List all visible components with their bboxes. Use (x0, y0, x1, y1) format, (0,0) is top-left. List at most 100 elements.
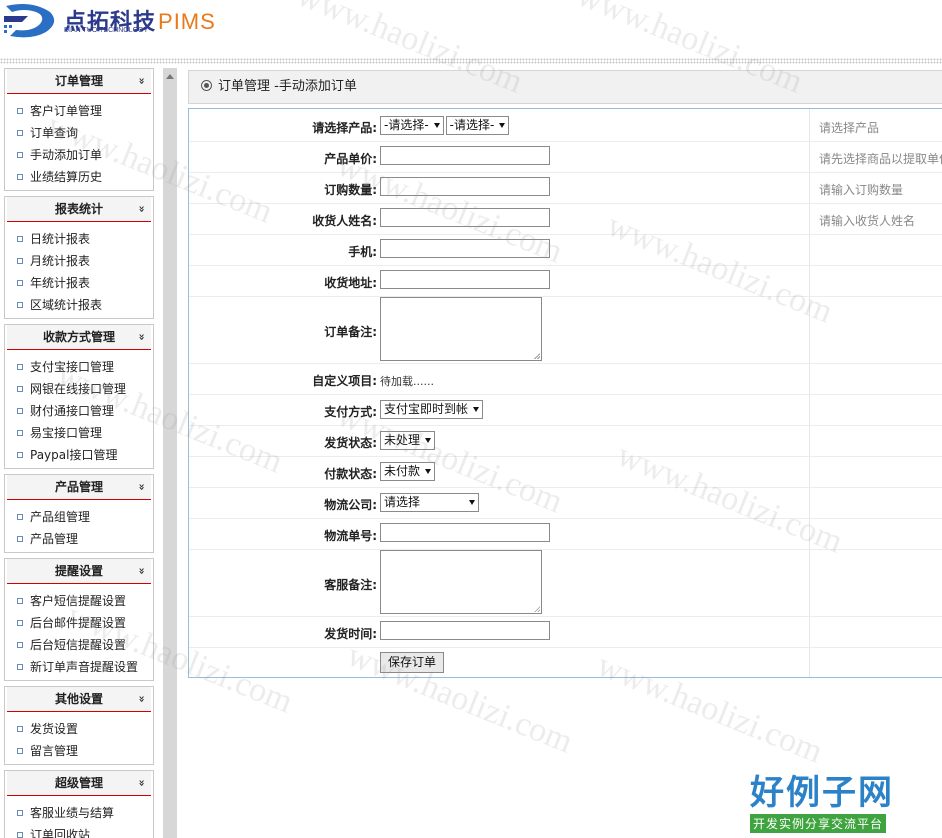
chevron-down-icon[interactable]: » (129, 483, 153, 490)
sidebar-item-label: 订单查询 (30, 126, 79, 140)
form-row-submit: 保存订单 (189, 647, 942, 676)
resize-grip-icon[interactable] (534, 353, 540, 359)
sidebar-item[interactable]: 订单回收站 (5, 824, 153, 838)
bullet-square-icon (17, 279, 23, 286)
phone-input[interactable] (380, 239, 550, 258)
pay-status-select-value: 未付款 (384, 464, 421, 478)
chevron-down-icon[interactable]: » (129, 567, 153, 574)
sidebar-item[interactable]: 发货设置 (5, 718, 153, 740)
ship-time-label: 发货时间: (324, 627, 377, 641)
form-row-address: 收货地址: (189, 265, 942, 297)
sidebar-item[interactable]: 订单查询 (5, 122, 153, 144)
sidebar-item[interactable]: 产品管理 (5, 528, 153, 550)
pay-status-select[interactable]: 未付款 (380, 462, 436, 481)
sidebar-item[interactable]: 财付通接口管理 (5, 400, 153, 422)
sidebar-group-header[interactable]: 报表统计 » (7, 197, 151, 222)
product-group-select[interactable]: -请选择- (380, 116, 444, 135)
sidebar-item[interactable]: 客户短信提醒设置 (5, 590, 153, 612)
form-row-product: 请选择产品: -请选择- -请选择- 请选择产品 (189, 109, 942, 142)
sidebar-group-header[interactable]: 订单管理 » (7, 69, 151, 94)
bullet-square-icon (17, 407, 23, 414)
sidebar-item[interactable]: 新订单声音提醒设置 (5, 656, 153, 678)
ship-time-input[interactable] (380, 621, 550, 640)
sidebar-item-label: 产品管理 (30, 532, 79, 546)
payment-select-value: 支付宝即时到帐 (384, 402, 469, 416)
sidebar-group: 其他设置 » 发货设置 留言管理 (4, 686, 154, 765)
sidebar-item[interactable]: 支付宝接口管理 (5, 356, 153, 378)
bullet-square-icon (17, 257, 23, 264)
sidebar-item[interactable]: 易宝接口管理 (5, 422, 153, 444)
sidebar-item[interactable]: 日统计报表 (5, 228, 153, 250)
sidebar-item-label: 后台邮件提醒设置 (30, 616, 127, 630)
chevron-down-icon[interactable]: » (129, 779, 153, 786)
form-row-tracking: 物流单号: (189, 518, 942, 550)
sidebar-item[interactable]: 手动添加订单 (5, 144, 153, 166)
remark-label: 订单备注: (324, 325, 377, 339)
page-titlebar: 订单管理 -手动添加订单 (188, 70, 942, 104)
ship-status-label: 发货状态: (324, 436, 377, 450)
sidebar-item[interactable]: 业绩结算历史 (5, 166, 153, 188)
chevron-down-icon[interactable]: » (129, 205, 153, 212)
sidebar-group: 超级管理 » 客服业绩与结算 订单回收站 (4, 770, 154, 838)
sidebar-group-title: 产品管理 (54, 480, 103, 494)
bullet-square-icon (17, 597, 23, 604)
form-row-phone: 手机: (189, 234, 942, 266)
bullet-square-icon (17, 809, 23, 816)
sidebar-group-header[interactable]: 提醒设置 » (7, 559, 151, 584)
pay-status-label: 付款状态: (324, 467, 377, 481)
sidebar-group-header[interactable]: 产品管理 » (7, 475, 151, 500)
form-row-payment: 支付方式: 支付宝即时到帐 (189, 394, 942, 426)
chevron-down-icon[interactable]: » (129, 77, 153, 84)
sidebar-item[interactable]: 网银在线接口管理 (5, 378, 153, 400)
ship-status-select-value: 未处理 (384, 433, 421, 447)
sidebar-toggle-bar[interactable] (163, 68, 177, 838)
sidebar-group-items: 客服业绩与结算 订单回收站 (5, 796, 153, 838)
receiver-input[interactable] (380, 208, 550, 227)
sidebar-item-label: 手动添加订单 (30, 148, 103, 162)
ship-status-select[interactable]: 未处理 (380, 431, 436, 450)
sidebar-item[interactable]: 产品组管理 (5, 506, 153, 528)
header-divider (0, 58, 942, 64)
form-row-pay-status: 付款状态: 未付款 (189, 456, 942, 488)
sidebar-item[interactable]: 客服业绩与结算 (5, 802, 153, 824)
bullet-square-icon (17, 641, 23, 648)
address-input[interactable] (380, 270, 550, 289)
sidebar-item[interactable]: 后台邮件提醒设置 (5, 612, 153, 634)
collapse-arrow-icon[interactable] (166, 74, 174, 79)
sidebar-group-header[interactable]: 超级管理 » (7, 771, 151, 796)
sidebar-item[interactable]: 留言管理 (5, 740, 153, 762)
save-order-button[interactable]: 保存订单 (380, 652, 445, 673)
sidebar-item-label: 易宝接口管理 (30, 426, 103, 440)
sidebar-item[interactable]: 年统计报表 (5, 272, 153, 294)
tracking-input[interactable] (380, 523, 550, 542)
sidebar-group-items: 客户订单管理订单查询手动添加订单业绩结算历史 (5, 94, 153, 190)
remark-textarea[interactable] (380, 297, 542, 361)
sidebar-group-header[interactable]: 其他设置 » (7, 687, 151, 712)
product-select[interactable]: -请选择- (445, 116, 510, 135)
bullet-square-icon (17, 663, 23, 670)
dropdown-caret-icon (499, 123, 506, 128)
sidebar-group-title: 报表统计 (54, 202, 103, 216)
resize-grip-icon[interactable] (534, 606, 540, 612)
title-bullet-icon (201, 80, 212, 91)
service-remark-textarea[interactable] (380, 550, 542, 614)
sidebar-group-header[interactable]: 收款方式管理 » (7, 325, 151, 350)
sidebar-item[interactable]: 后台短信提醒设置 (5, 634, 153, 656)
sidebar-item[interactable]: 客户订单管理 (5, 100, 153, 122)
bullet-square-icon (17, 513, 23, 520)
price-input[interactable] (380, 146, 550, 165)
payment-select[interactable]: 支付宝即时到帐 (380, 400, 484, 419)
sidebar-item[interactable]: 区域统计报表 (5, 294, 153, 316)
logistics-select[interactable]: 请选择 (380, 493, 479, 512)
sidebar-group-title: 其他设置 (54, 692, 103, 706)
sidebar-group: 订单管理 » 客户订单管理 订单查询 手动添加订单 业绩结算历史 (4, 68, 154, 191)
sidebar-item[interactable]: Paypal接口管理 (5, 444, 153, 466)
sidebar-group: 提醒设置 » 客户短信提醒设置后台邮件提醒设置后台短信提醒设置 新订单声音提醒设置 (4, 558, 154, 681)
price-hint: 请先选择商品以提取单价 (819, 152, 942, 166)
page-title: 订单管理 -手动添加订单 (218, 79, 357, 94)
quantity-input[interactable] (380, 177, 550, 196)
sidebar-item[interactable]: 月统计报表 (5, 250, 153, 272)
custom-value: 待加载...... (380, 375, 434, 388)
chevron-down-icon[interactable]: » (129, 333, 153, 340)
chevron-down-icon[interactable]: » (129, 695, 153, 702)
